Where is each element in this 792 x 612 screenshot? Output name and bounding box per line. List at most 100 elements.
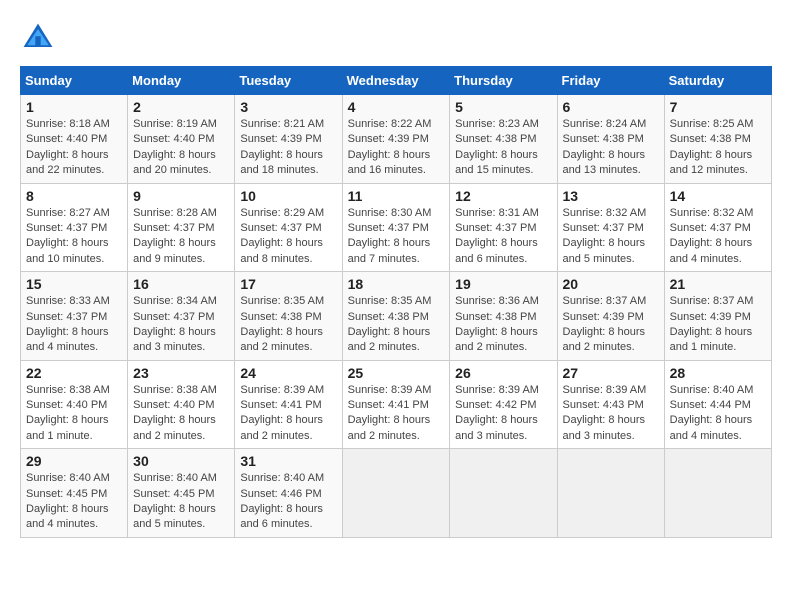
day-number: 10	[240, 188, 336, 204]
day-info: Sunrise: 8:19 AMSunset: 4:40 PMDaylight:…	[133, 118, 217, 176]
calendar-cell: 12 Sunrise: 8:31 AMSunset: 4:37 PMDaylig…	[450, 183, 557, 272]
week-row-1: 1 Sunrise: 8:18 AMSunset: 4:40 PMDayligh…	[21, 95, 772, 184]
day-number: 26	[455, 365, 551, 381]
week-row-5: 29 Sunrise: 8:40 AMSunset: 4:45 PMDaylig…	[21, 449, 772, 538]
day-info: Sunrise: 8:39 AMSunset: 4:41 PMDaylight:…	[240, 384, 324, 442]
calendar-cell: 31 Sunrise: 8:40 AMSunset: 4:46 PMDaylig…	[235, 449, 342, 538]
day-number: 24	[240, 365, 336, 381]
week-row-2: 8 Sunrise: 8:27 AMSunset: 4:37 PMDayligh…	[21, 183, 772, 272]
day-info: Sunrise: 8:24 AMSunset: 4:38 PMDaylight:…	[563, 118, 647, 176]
day-number: 8	[26, 188, 122, 204]
day-number: 28	[670, 365, 766, 381]
page-header	[20, 20, 772, 56]
logo-icon	[20, 20, 56, 56]
day-info: Sunrise: 8:39 AMSunset: 4:43 PMDaylight:…	[563, 384, 647, 442]
calendar-cell: 8 Sunrise: 8:27 AMSunset: 4:37 PMDayligh…	[21, 183, 128, 272]
week-row-3: 15 Sunrise: 8:33 AMSunset: 4:37 PMDaylig…	[21, 272, 772, 361]
calendar-cell: 15 Sunrise: 8:33 AMSunset: 4:37 PMDaylig…	[21, 272, 128, 361]
day-info: Sunrise: 8:18 AMSunset: 4:40 PMDaylight:…	[26, 118, 110, 176]
header-sunday: Sunday	[21, 67, 128, 95]
calendar-cell: 22 Sunrise: 8:38 AMSunset: 4:40 PMDaylig…	[21, 360, 128, 449]
day-info: Sunrise: 8:28 AMSunset: 4:37 PMDaylight:…	[133, 207, 217, 265]
day-info: Sunrise: 8:35 AMSunset: 4:38 PMDaylight:…	[348, 295, 432, 353]
day-number: 6	[563, 99, 659, 115]
day-info: Sunrise: 8:33 AMSunset: 4:37 PMDaylight:…	[26, 295, 110, 353]
day-number: 18	[348, 276, 445, 292]
calendar-cell: 3 Sunrise: 8:21 AMSunset: 4:39 PMDayligh…	[235, 95, 342, 184]
calendar-cell: 26 Sunrise: 8:39 AMSunset: 4:42 PMDaylig…	[450, 360, 557, 449]
calendar-table: SundayMondayTuesdayWednesdayThursdayFrid…	[20, 66, 772, 538]
day-info: Sunrise: 8:34 AMSunset: 4:37 PMDaylight:…	[133, 295, 217, 353]
calendar-cell: 6 Sunrise: 8:24 AMSunset: 4:38 PMDayligh…	[557, 95, 664, 184]
day-info: Sunrise: 8:39 AMSunset: 4:41 PMDaylight:…	[348, 384, 432, 442]
day-number: 25	[348, 365, 445, 381]
calendar-cell: 1 Sunrise: 8:18 AMSunset: 4:40 PMDayligh…	[21, 95, 128, 184]
day-number: 19	[455, 276, 551, 292]
calendar-cell	[342, 449, 450, 538]
day-number: 3	[240, 99, 336, 115]
day-number: 31	[240, 453, 336, 469]
calendar-cell	[450, 449, 557, 538]
day-info: Sunrise: 8:37 AMSunset: 4:39 PMDaylight:…	[563, 295, 647, 353]
day-number: 30	[133, 453, 229, 469]
day-info: Sunrise: 8:40 AMSunset: 4:45 PMDaylight:…	[133, 472, 217, 530]
calendar-cell: 25 Sunrise: 8:39 AMSunset: 4:41 PMDaylig…	[342, 360, 450, 449]
day-number: 23	[133, 365, 229, 381]
day-info: Sunrise: 8:30 AMSunset: 4:37 PMDaylight:…	[348, 207, 432, 265]
calendar-cell: 23 Sunrise: 8:38 AMSunset: 4:40 PMDaylig…	[128, 360, 235, 449]
header-monday: Monday	[128, 67, 235, 95]
day-number: 15	[26, 276, 122, 292]
header-saturday: Saturday	[664, 67, 771, 95]
calendar-cell: 16 Sunrise: 8:34 AMSunset: 4:37 PMDaylig…	[128, 272, 235, 361]
day-info: Sunrise: 8:38 AMSunset: 4:40 PMDaylight:…	[26, 384, 110, 442]
day-info: Sunrise: 8:36 AMSunset: 4:38 PMDaylight:…	[455, 295, 539, 353]
day-info: Sunrise: 8:40 AMSunset: 4:44 PMDaylight:…	[670, 384, 754, 442]
day-info: Sunrise: 8:29 AMSunset: 4:37 PMDaylight:…	[240, 207, 324, 265]
day-number: 4	[348, 99, 445, 115]
calendar-cell: 5 Sunrise: 8:23 AMSunset: 4:38 PMDayligh…	[450, 95, 557, 184]
calendar-cell: 30 Sunrise: 8:40 AMSunset: 4:45 PMDaylig…	[128, 449, 235, 538]
day-info: Sunrise: 8:40 AMSunset: 4:45 PMDaylight:…	[26, 472, 110, 530]
day-info: Sunrise: 8:31 AMSunset: 4:37 PMDaylight:…	[455, 207, 539, 265]
header-tuesday: Tuesday	[235, 67, 342, 95]
day-info: Sunrise: 8:21 AMSunset: 4:39 PMDaylight:…	[240, 118, 324, 176]
day-number: 7	[670, 99, 766, 115]
calendar-cell: 29 Sunrise: 8:40 AMSunset: 4:45 PMDaylig…	[21, 449, 128, 538]
calendar-cell: 11 Sunrise: 8:30 AMSunset: 4:37 PMDaylig…	[342, 183, 450, 272]
calendar-cell: 7 Sunrise: 8:25 AMSunset: 4:38 PMDayligh…	[664, 95, 771, 184]
calendar-cell	[664, 449, 771, 538]
day-info: Sunrise: 8:40 AMSunset: 4:46 PMDaylight:…	[240, 472, 324, 530]
calendar-cell: 13 Sunrise: 8:32 AMSunset: 4:37 PMDaylig…	[557, 183, 664, 272]
header-row: SundayMondayTuesdayWednesdayThursdayFrid…	[21, 67, 772, 95]
calendar-cell: 28 Sunrise: 8:40 AMSunset: 4:44 PMDaylig…	[664, 360, 771, 449]
day-info: Sunrise: 8:23 AMSunset: 4:38 PMDaylight:…	[455, 118, 539, 176]
day-info: Sunrise: 8:27 AMSunset: 4:37 PMDaylight:…	[26, 207, 110, 265]
day-number: 9	[133, 188, 229, 204]
calendar-cell: 14 Sunrise: 8:32 AMSunset: 4:37 PMDaylig…	[664, 183, 771, 272]
week-row-4: 22 Sunrise: 8:38 AMSunset: 4:40 PMDaylig…	[21, 360, 772, 449]
day-number: 1	[26, 99, 122, 115]
day-number: 13	[563, 188, 659, 204]
day-number: 27	[563, 365, 659, 381]
calendar-cell: 27 Sunrise: 8:39 AMSunset: 4:43 PMDaylig…	[557, 360, 664, 449]
day-number: 29	[26, 453, 122, 469]
day-number: 21	[670, 276, 766, 292]
day-info: Sunrise: 8:32 AMSunset: 4:37 PMDaylight:…	[563, 207, 647, 265]
header-friday: Friday	[557, 67, 664, 95]
calendar-cell: 10 Sunrise: 8:29 AMSunset: 4:37 PMDaylig…	[235, 183, 342, 272]
calendar-cell: 9 Sunrise: 8:28 AMSunset: 4:37 PMDayligh…	[128, 183, 235, 272]
day-number: 22	[26, 365, 122, 381]
day-number: 11	[348, 188, 445, 204]
calendar-cell: 17 Sunrise: 8:35 AMSunset: 4:38 PMDaylig…	[235, 272, 342, 361]
calendar-cell: 4 Sunrise: 8:22 AMSunset: 4:39 PMDayligh…	[342, 95, 450, 184]
calendar-cell: 18 Sunrise: 8:35 AMSunset: 4:38 PMDaylig…	[342, 272, 450, 361]
day-info: Sunrise: 8:32 AMSunset: 4:37 PMDaylight:…	[670, 207, 754, 265]
day-info: Sunrise: 8:38 AMSunset: 4:40 PMDaylight:…	[133, 384, 217, 442]
day-number: 14	[670, 188, 766, 204]
day-info: Sunrise: 8:37 AMSunset: 4:39 PMDaylight:…	[670, 295, 754, 353]
day-info: Sunrise: 8:39 AMSunset: 4:42 PMDaylight:…	[455, 384, 539, 442]
day-number: 17	[240, 276, 336, 292]
calendar-cell: 21 Sunrise: 8:37 AMSunset: 4:39 PMDaylig…	[664, 272, 771, 361]
day-number: 5	[455, 99, 551, 115]
header-wednesday: Wednesday	[342, 67, 450, 95]
